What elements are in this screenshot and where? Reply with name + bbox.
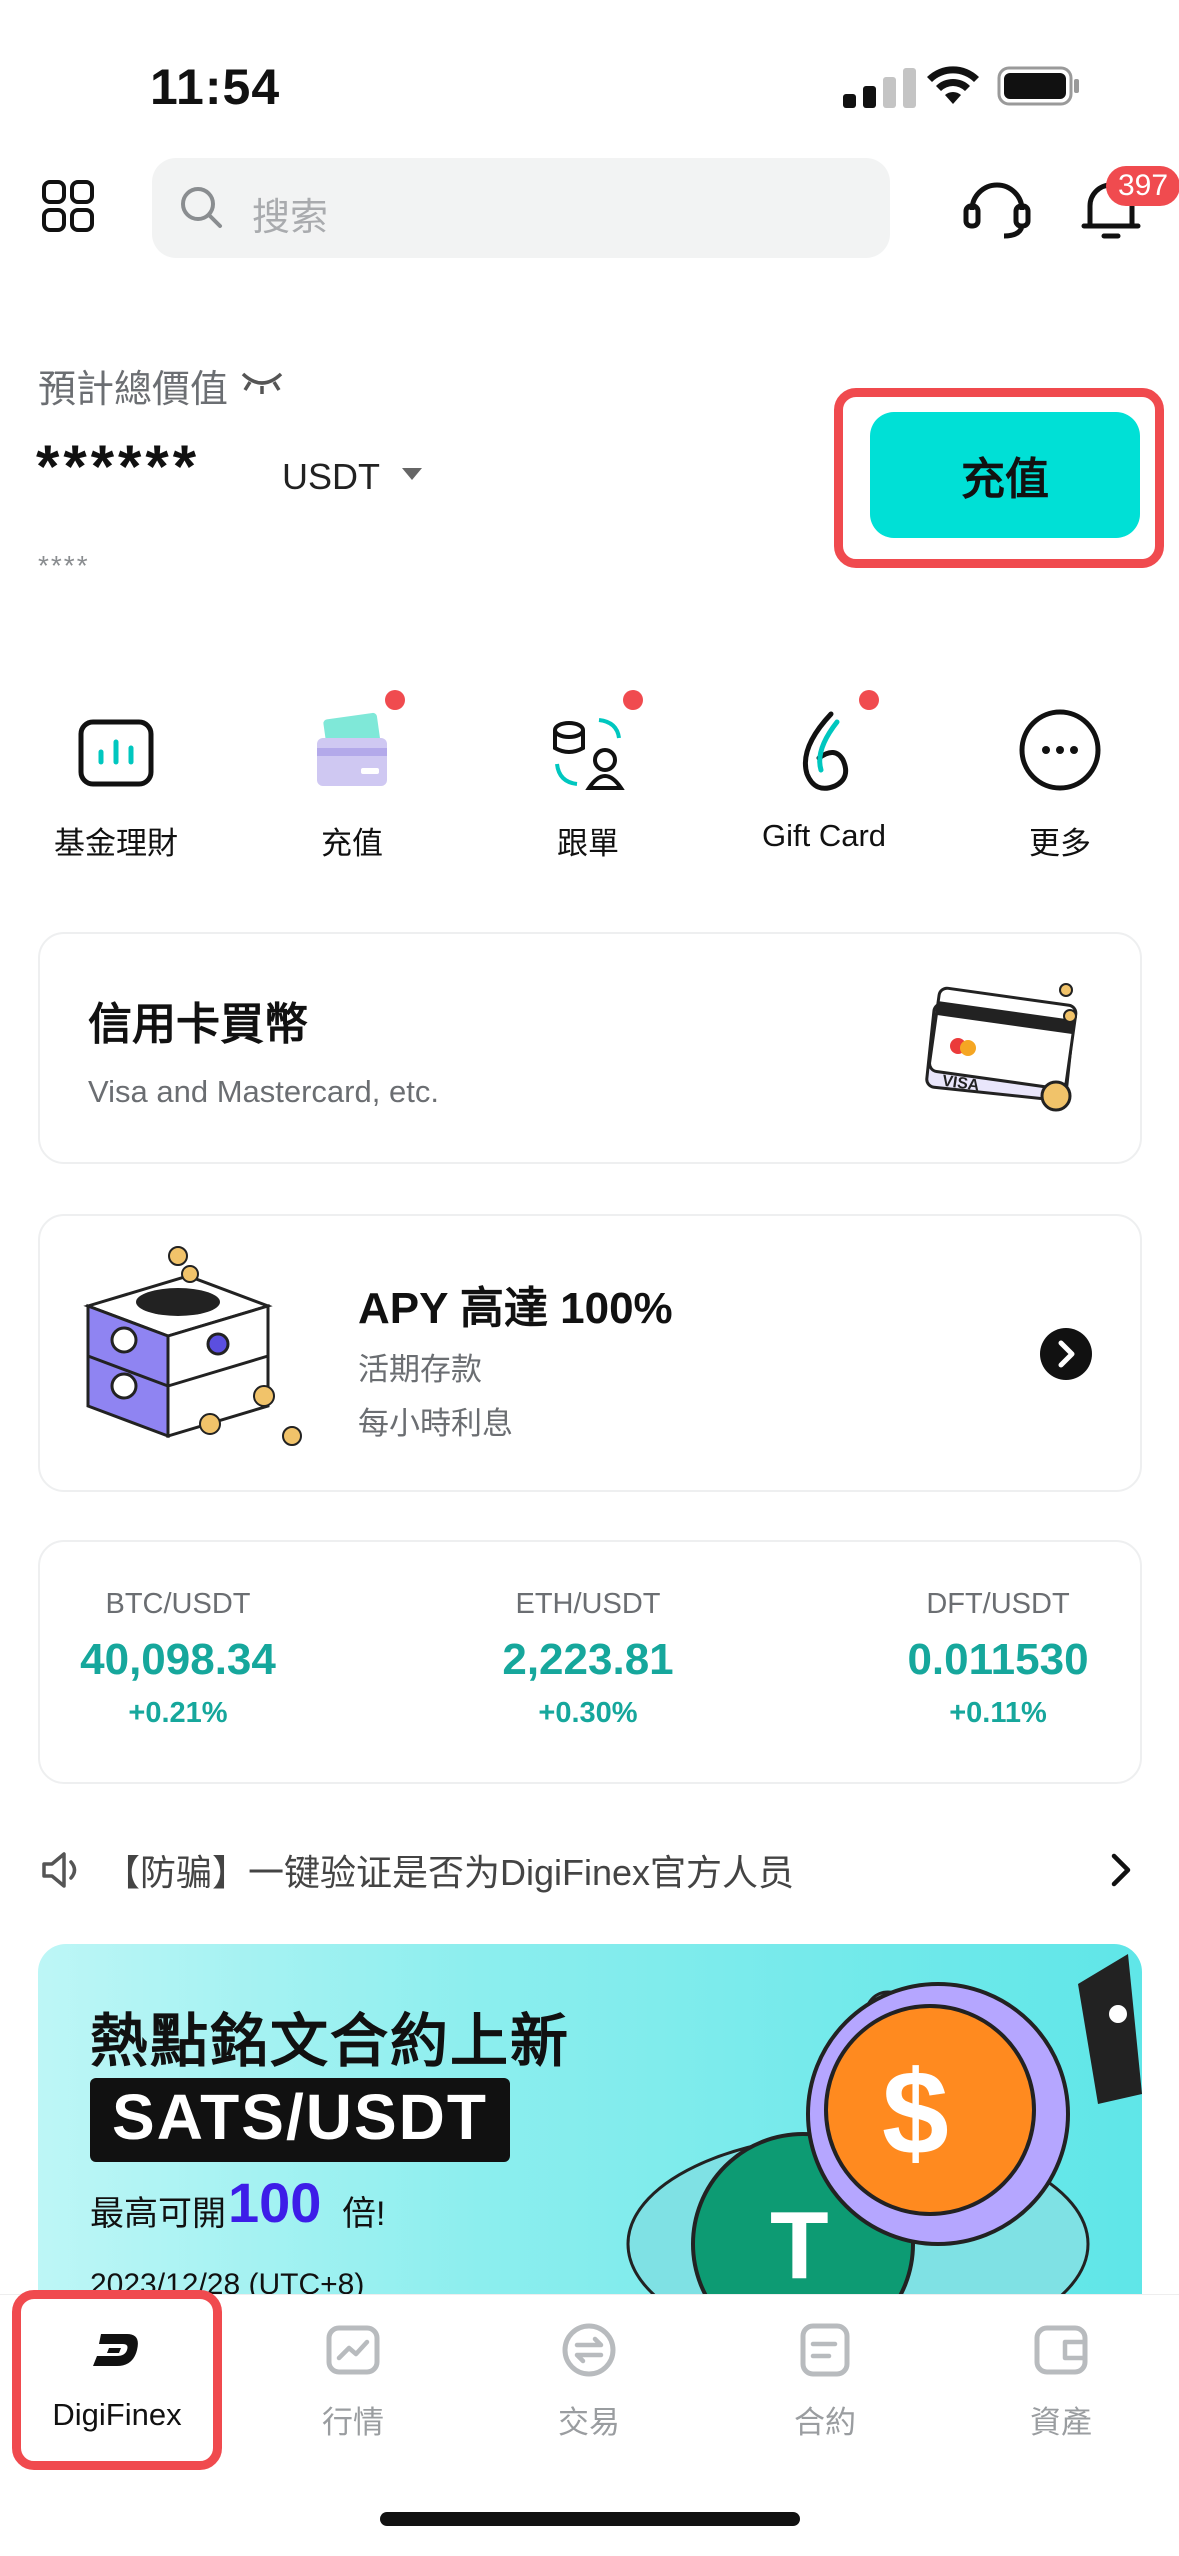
home-indicator — [380, 2512, 800, 2526]
hidden-eye-icon[interactable] — [240, 366, 284, 396]
new-indicator-dot — [385, 690, 405, 710]
ticker-price: 2,223.81 — [502, 1635, 674, 1684]
banner-leverage-suffix: 倍! — [342, 2195, 386, 2233]
ticker-price: 0.011530 — [907, 1635, 1089, 1684]
tab-label: 交易 — [558, 2405, 620, 2440]
quick-action-label: 跟單 — [557, 826, 619, 861]
fund-chart-icon — [78, 719, 154, 787]
search-input[interactable]: 搜索 — [152, 158, 890, 258]
wifi-icon — [927, 66, 979, 104]
quick-action-copy-trade[interactable]: 跟單 — [488, 690, 688, 863]
new-indicator-dot — [623, 690, 643, 710]
ticker-change: +0.11% — [949, 1697, 1047, 1729]
tab-assets[interactable]: 資產 — [961, 2320, 1161, 2442]
banner-title: 熱點銘文合約上新 — [90, 2009, 571, 2074]
savings-title: APY 高達 100% — [358, 1284, 673, 1333]
apps-grid-icon[interactable] — [42, 180, 94, 232]
ticker-btc[interactable]: BTC/USDT 40,098.34 +0.21% — [28, 1588, 328, 1730]
search-icon — [181, 187, 222, 228]
balance-masked-sub: **** — [38, 550, 90, 581]
savings-line-1: 活期存款 — [358, 1352, 482, 1387]
tab-market[interactable]: 行情 — [253, 2320, 453, 2442]
ticker-change: +0.21% — [128, 1697, 228, 1729]
banner-pair: SATS/USDT — [90, 2078, 510, 2162]
banner-leverage-prefix: 最高可開 — [90, 2195, 226, 2233]
tab-contract[interactable]: 合約 — [725, 2320, 925, 2442]
dollar-symbol: $ — [882, 2046, 949, 2180]
credit-card-illustration: VISA — [925, 983, 1078, 1112]
anti-fraud-notice[interactable]: 【防骗】一键验证是否为DigiFinex官方人员 — [104, 1844, 794, 1896]
deposit-button[interactable]: 充值 — [870, 412, 1140, 538]
quick-action-label: 基金理財 — [54, 826, 178, 861]
ticker-change: +0.30% — [538, 1697, 638, 1729]
ticker-pair: ETH/USDT — [515, 1588, 661, 1620]
speaker-icon — [42, 1852, 77, 1888]
status-time: 11:54 — [150, 59, 281, 115]
balance-masked-value: ****** — [36, 433, 201, 500]
ticker-pair: BTC/USDT — [105, 1588, 251, 1620]
chevron-right-icon — [1058, 1340, 1075, 1368]
cellular-signal-icon — [843, 68, 916, 108]
market-chart-icon — [326, 2325, 380, 2375]
more-icon — [1019, 709, 1101, 791]
balance-label: 預計總價值 — [38, 369, 229, 411]
quick-action-more[interactable]: 更多 — [960, 708, 1160, 863]
ticker-pair: DFT/USDT — [926, 1588, 1070, 1620]
quick-action-label: 更多 — [1029, 826, 1091, 861]
tether-symbol: T — [770, 2192, 829, 2294]
ticker-dft[interactable]: DFT/USDT 0.011530 +0.11% — [848, 1588, 1148, 1730]
notification-count-badge: 397 — [1106, 166, 1179, 206]
quick-action-label: Gift Card — [761, 818, 887, 853]
tab-label: 行情 — [322, 2405, 384, 2440]
customer-support-icon[interactable] — [962, 172, 1032, 242]
highlight-frame — [12, 2290, 222, 2470]
currency-selector[interactable]: USDT — [282, 456, 380, 498]
credit-card-subtitle: Visa and Mastercard, etc. — [88, 1074, 439, 1109]
savings-vault-illustration — [83, 1246, 302, 1446]
quick-action-gift-card[interactable]: Gift Card — [724, 690, 924, 854]
savings-line-2: 每小時利息 — [358, 1406, 513, 1441]
battery-icon — [997, 66, 1079, 106]
copy-trade-icon — [553, 718, 625, 790]
gift-card-icon — [802, 711, 849, 791]
search-placeholder: 搜索 — [252, 197, 329, 239]
quick-action-deposit[interactable]: 充值 — [252, 690, 452, 863]
caret-down-icon[interactable] — [400, 466, 424, 482]
tab-trade[interactable]: 交易 — [489, 2320, 689, 2442]
savings-open-button[interactable] — [1040, 1328, 1092, 1380]
credit-card-title: 信用卡買幣 — [88, 1000, 308, 1049]
ticker-eth[interactable]: ETH/USDT 2,223.81 +0.30% — [438, 1588, 738, 1730]
banner-leverage-value: 100 — [228, 2171, 322, 2234]
card-deposit-icon — [317, 712, 387, 786]
chevron-right-icon[interactable] — [1106, 1850, 1136, 1890]
tab-label: 資產 — [1030, 2405, 1092, 2440]
ticker-price: 40,098.34 — [80, 1635, 276, 1684]
exchange-icon — [562, 2323, 616, 2377]
contract-icon — [800, 2323, 850, 2377]
tab-label: 合約 — [794, 2405, 856, 2440]
quick-action-label: 充值 — [321, 826, 383, 861]
quick-action-fund[interactable]: 基金理財 — [16, 708, 216, 863]
new-indicator-dot — [859, 690, 879, 710]
coin-illustration: T $ — [626, 1954, 1142, 2294]
wallet-icon — [1034, 2325, 1088, 2375]
